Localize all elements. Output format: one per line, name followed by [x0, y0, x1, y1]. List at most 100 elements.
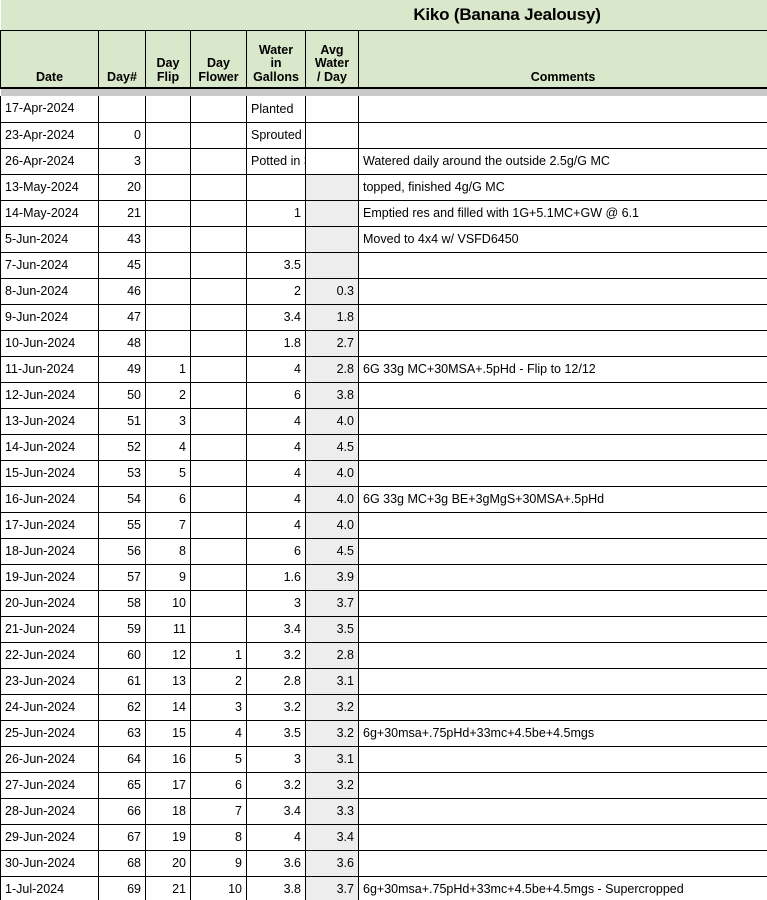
- cell-day-number[interactable]: 46: [98, 278, 146, 305]
- cell-day-flower[interactable]: [190, 330, 247, 357]
- cell-date[interactable]: 8-Jun-2024: [0, 278, 99, 305]
- cell-water-in-gallons[interactable]: 3: [246, 590, 306, 617]
- cell-day-flip[interactable]: 13: [145, 668, 191, 695]
- cell-avg-water-per-day[interactable]: 3.2: [305, 694, 359, 721]
- cell-avg-water-per-day[interactable]: 3.5: [305, 616, 359, 643]
- cell-date[interactable]: 10-Jun-2024: [0, 330, 99, 357]
- table-row[interactable]: 19-Jun-2024 57 9 1.6 3.9: [0, 564, 767, 591]
- cell-day-flip[interactable]: [145, 226, 191, 253]
- cell-day-flower[interactable]: [190, 148, 247, 175]
- cell-water-in-gallons[interactable]: 3.5: [246, 252, 306, 279]
- cell-day-flower[interactable]: [190, 616, 247, 643]
- cell-day-number[interactable]: 67: [98, 824, 146, 851]
- cell-day-flip[interactable]: [145, 122, 191, 149]
- cell-avg-water-per-day[interactable]: 3.4: [305, 824, 359, 851]
- cell-day-flower[interactable]: [190, 174, 247, 201]
- cell-day-flip[interactable]: 2: [145, 382, 191, 409]
- table-row[interactable]: 23-Jun-2024 61 13 2 2.8 3.1: [0, 668, 767, 695]
- cell-day-flower[interactable]: [190, 226, 247, 253]
- column-header-avg-water-per-day[interactable]: Avg Water / Day: [305, 29, 359, 89]
- cell-day-flower[interactable]: 4: [190, 720, 247, 747]
- column-header-day-number[interactable]: Day#: [98, 29, 146, 89]
- cell-avg-water-per-day[interactable]: 3.6: [305, 850, 359, 877]
- cell-day-flower[interactable]: [190, 486, 247, 513]
- cell-avg-water-per-day[interactable]: [305, 148, 359, 175]
- cell-date[interactable]: 29-Jun-2024: [0, 824, 99, 851]
- table-row[interactable]: 14-May-2024 21 1 Emptied res and filled wit…: [0, 200, 767, 227]
- cell-avg-water-per-day[interactable]: 2.8: [305, 642, 359, 669]
- cell-water-in-gallons[interactable]: 3.6: [246, 850, 306, 877]
- cell-avg-water-per-day[interactable]: [305, 226, 359, 253]
- cell-comment[interactable]: [357, 746, 767, 773]
- cell-comment[interactable]: 6G 33g MC+3g BE+3gMgS+30MSA+.5pHd: [357, 486, 767, 513]
- cell-avg-water-per-day[interactable]: [305, 96, 359, 123]
- cell-avg-water-per-day[interactable]: 3.9: [305, 564, 359, 591]
- cell-date[interactable]: 22-Jun-2024: [0, 642, 99, 669]
- cell-date[interactable]: 21-Jun-2024: [0, 616, 99, 643]
- cell-avg-water-per-day[interactable]: 3.1: [305, 746, 359, 773]
- table-row[interactable]: 23-Apr-2024 0 Sprouted: [0, 122, 767, 149]
- column-header-day-flip[interactable]: Day Flip: [145, 29, 191, 89]
- table-row[interactable]: 14-Jun-2024 52 4 4 4.5: [0, 434, 767, 461]
- cell-comment[interactable]: Watered daily around the outside 2.5g/G …: [357, 148, 767, 175]
- cell-date[interactable]: 17-Apr-2024: [0, 96, 99, 123]
- table-row[interactable]: 29-Jun-2024 67 19 8 4 3.4: [0, 824, 767, 851]
- table-row[interactable]: 5-Jun-2024 43 Moved to 4x4 w/ VSFD6450: [0, 226, 767, 253]
- cell-avg-water-per-day[interactable]: 3.7: [305, 876, 359, 900]
- cell-day-flip[interactable]: 9: [145, 564, 191, 591]
- cell-water-in-gallons[interactable]: 3.4: [246, 798, 306, 825]
- cell-date[interactable]: 27-Jun-2024: [0, 772, 99, 799]
- cell-comment[interactable]: [357, 824, 767, 851]
- cell-day-number[interactable]: 45: [98, 252, 146, 279]
- table-row[interactable]: 9-Jun-2024 47 3.4 1.8: [0, 304, 767, 331]
- cell-day-flower[interactable]: 2: [190, 668, 247, 695]
- cell-day-flower[interactable]: [190, 356, 247, 383]
- cell-day-flip[interactable]: 17: [145, 772, 191, 799]
- cell-avg-water-per-day[interactable]: 4.5: [305, 538, 359, 565]
- cell-avg-water-per-day[interactable]: 2.7: [305, 330, 359, 357]
- cell-comment[interactable]: [357, 96, 767, 123]
- cell-comment[interactable]: [357, 616, 767, 643]
- cell-day-flip[interactable]: 3: [145, 408, 191, 435]
- cell-date[interactable]: 20-Jun-2024: [0, 590, 99, 617]
- cell-water-in-gallons[interactable]: 4: [246, 356, 306, 383]
- cell-day-number[interactable]: 53: [98, 460, 146, 487]
- cell-avg-water-per-day[interactable]: [305, 252, 359, 279]
- cell-water-in-gallons[interactable]: [246, 226, 306, 253]
- cell-date[interactable]: 11-Jun-2024: [0, 356, 99, 383]
- cell-comment[interactable]: [357, 408, 767, 435]
- cell-day-number[interactable]: 0: [98, 122, 146, 149]
- cell-day-flip[interactable]: [145, 96, 191, 123]
- cell-day-flip[interactable]: [145, 304, 191, 331]
- cell-day-number[interactable]: 65: [98, 772, 146, 799]
- cell-day-flower[interactable]: 10: [190, 876, 247, 900]
- cell-date[interactable]: 18-Jun-2024: [0, 538, 99, 565]
- cell-date[interactable]: 14-Jun-2024: [0, 434, 99, 461]
- cell-water-in-gallons[interactable]: 6: [246, 538, 306, 565]
- cell-date[interactable]: 14-May-2024: [0, 200, 99, 227]
- table-row[interactable]: 17-Jun-2024 55 7 4 4.0: [0, 512, 767, 539]
- cell-comment[interactable]: [357, 694, 767, 721]
- cell-day-flip[interactable]: 10: [145, 590, 191, 617]
- cell-water-in-gallons[interactable]: 2: [246, 278, 306, 305]
- cell-water-in-gallons[interactable]: [246, 174, 306, 201]
- cell-day-flower[interactable]: [190, 538, 247, 565]
- table-row[interactable]: 20-Jun-2024 58 10 3 3.7: [0, 590, 767, 617]
- cell-day-flip[interactable]: [145, 252, 191, 279]
- cell-water-in-gallons[interactable]: 4: [246, 434, 306, 461]
- cell-comment[interactable]: 6g+30msa+.75pHd+33mc+4.5be+4.5mgs: [357, 720, 767, 747]
- cell-water-in-gallons[interactable]: Sprouted: [246, 122, 306, 149]
- cell-comment[interactable]: [357, 590, 767, 617]
- column-header-date[interactable]: Date: [0, 29, 99, 89]
- table-row[interactable]: 13-Jun-2024 51 3 4 4.0: [0, 408, 767, 435]
- cell-day-flip[interactable]: 12: [145, 642, 191, 669]
- table-row[interactable]: 10-Jun-2024 48 1.8 2.7: [0, 330, 767, 357]
- cell-comment[interactable]: [357, 538, 767, 565]
- cell-date[interactable]: 24-Jun-2024: [0, 694, 99, 721]
- cell-day-flip[interactable]: 6: [145, 486, 191, 513]
- cell-day-flower[interactable]: 1: [190, 642, 247, 669]
- cell-day-number[interactable]: 54: [98, 486, 146, 513]
- column-header-day-flower[interactable]: Day Flower: [190, 29, 247, 89]
- cell-water-in-gallons[interactable]: Potted in 3G pot: [246, 148, 306, 175]
- cell-day-number[interactable]: 21: [98, 200, 146, 227]
